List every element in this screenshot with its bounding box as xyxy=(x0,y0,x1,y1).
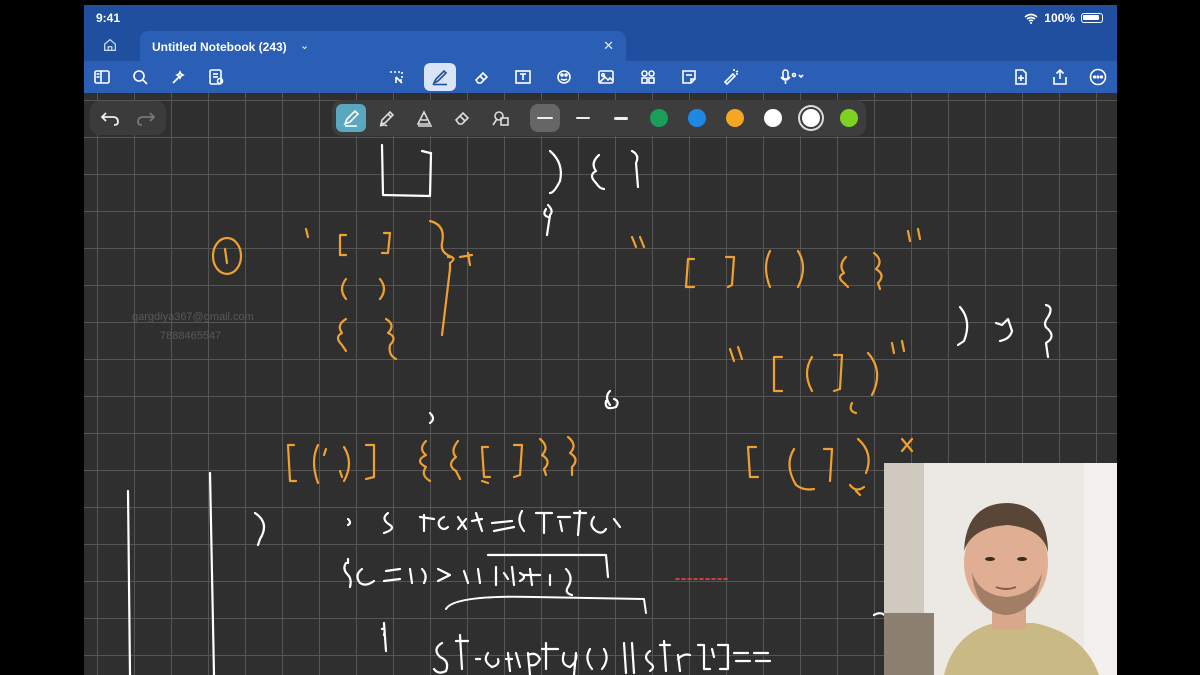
undo-redo-pill xyxy=(90,101,166,135)
sticky-note-icon[interactable] xyxy=(677,65,701,89)
textbox-icon[interactable] xyxy=(511,65,535,89)
main-toolbar xyxy=(84,61,1117,93)
elements-icon[interactable] xyxy=(636,65,660,89)
brush-pen-icon[interactable] xyxy=(410,104,440,132)
shape-recognition-icon[interactable] xyxy=(486,104,516,132)
thickness-thick[interactable] xyxy=(606,104,636,132)
battery-icon xyxy=(1081,13,1103,23)
ballpoint-pen-icon[interactable] xyxy=(372,104,402,132)
pen-icon[interactable] xyxy=(424,63,456,91)
search-icon[interactable] xyxy=(128,65,152,89)
thickness-thin[interactable] xyxy=(530,104,560,132)
wifi-icon xyxy=(1024,13,1038,24)
ipad-screen: 9:41 100% Untitled Notebook (243) ⌄ ✕ ga… xyxy=(84,5,1117,675)
presenter-video xyxy=(884,463,1117,675)
notebook-canvas[interactable]: gargdiya367@gmail.com 7888465547 xyxy=(84,93,1117,675)
notes-icon[interactable] xyxy=(204,65,228,89)
notebook-tab[interactable]: Untitled Notebook (243) ⌄ ✕ xyxy=(140,31,626,61)
home-icon[interactable] xyxy=(102,37,120,55)
share-icon[interactable] xyxy=(1048,65,1072,89)
status-right: 100% xyxy=(1024,11,1103,25)
eraser-icon[interactable] xyxy=(470,65,494,89)
color-swatch[interactable] xyxy=(726,109,744,127)
tab-bar: Untitled Notebook (243) ⌄ ✕ xyxy=(84,29,1117,61)
add-page-icon[interactable] xyxy=(1009,65,1033,89)
chevron-down-icon[interactable]: ⌄ xyxy=(300,39,309,52)
color-swatch[interactable] xyxy=(650,109,668,127)
laser-pointer-icon[interactable] xyxy=(718,65,742,89)
status-bar: 9:41 100% xyxy=(84,5,1117,29)
battery-percent: 100% xyxy=(1044,11,1075,25)
pen-toolbar xyxy=(332,100,866,136)
close-icon[interactable]: ✕ xyxy=(603,38,614,54)
eraser-icon[interactable] xyxy=(448,104,478,132)
color-swatch[interactable] xyxy=(802,109,820,127)
microphone-icon[interactable] xyxy=(772,65,812,89)
color-swatch[interactable] xyxy=(840,109,858,127)
image-icon[interactable] xyxy=(594,65,618,89)
redo-icon[interactable] xyxy=(136,108,158,128)
fountain-pen-icon[interactable] xyxy=(336,104,366,132)
sidebar-icon[interactable] xyxy=(90,65,114,89)
color-swatch[interactable] xyxy=(764,109,782,127)
color-swatch[interactable] xyxy=(688,109,706,127)
thickness-medium[interactable] xyxy=(568,104,598,132)
webcam-overlay xyxy=(884,463,1117,675)
sparkle-icon[interactable] xyxy=(166,65,190,89)
shapes-icon[interactable] xyxy=(552,65,576,89)
undo-icon[interactable] xyxy=(100,108,122,128)
lasso-icon[interactable] xyxy=(384,65,408,89)
more-icon[interactable] xyxy=(1086,65,1110,89)
notebook-title[interactable]: Untitled Notebook (243) xyxy=(152,40,287,54)
status-time: 9:41 xyxy=(96,11,121,25)
